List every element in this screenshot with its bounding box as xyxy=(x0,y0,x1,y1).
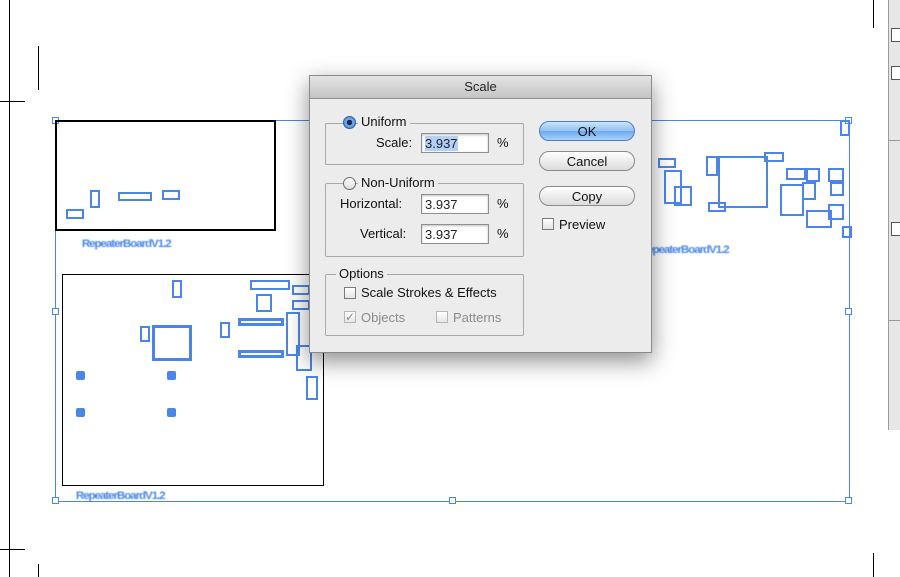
horizontal-percent: % xyxy=(497,196,509,211)
non-uniform-radio[interactable] xyxy=(343,177,356,190)
scale-dialog: Scale Uniform Scale: 3.937 % Non-Uniform… xyxy=(309,75,652,353)
crop-mark xyxy=(873,553,874,577)
pcb-component xyxy=(802,182,816,200)
pcb-component xyxy=(172,280,182,298)
panel-swatch-icon[interactable] xyxy=(891,222,900,236)
mounting-hole xyxy=(167,408,176,417)
pcb-component xyxy=(292,300,310,310)
vertical-label: Vertical: xyxy=(360,226,407,241)
scale-input[interactable]: 3.937 xyxy=(421,133,489,153)
ok-button[interactable]: OK xyxy=(539,121,635,141)
panel-divider xyxy=(889,320,900,321)
pcb-component xyxy=(256,294,272,312)
pcb-component xyxy=(708,202,726,212)
pcb-component xyxy=(830,182,844,196)
panel-swatch-icon[interactable] xyxy=(891,66,900,80)
pcb-component xyxy=(162,190,180,200)
pcb-component xyxy=(306,376,318,400)
pcb-connector xyxy=(238,350,284,358)
uniform-radio[interactable] xyxy=(343,116,356,129)
selection-handle[interactable] xyxy=(52,308,59,315)
objects-label[interactable]: Objects xyxy=(361,310,405,325)
board-outline-top-left xyxy=(55,120,276,231)
pcb-component xyxy=(842,226,852,238)
horizontal-label: Horizontal: xyxy=(340,196,403,211)
crop-mark xyxy=(38,564,39,577)
crop-mark xyxy=(38,46,39,90)
board-label-right: RepeaterBoardV1.2 xyxy=(639,244,730,256)
pcb-component xyxy=(840,120,850,136)
scale-strokes-label[interactable]: Scale Strokes & Effects xyxy=(361,285,497,300)
pcb-component xyxy=(90,190,100,208)
pcb-chip xyxy=(152,325,192,361)
cancel-button[interactable]: Cancel xyxy=(539,151,635,171)
panel-divider xyxy=(889,140,900,141)
mounting-hole xyxy=(76,408,85,417)
horizontal-input[interactable]: 3.937 xyxy=(421,194,489,214)
pcb-component xyxy=(674,186,692,206)
pcb-component xyxy=(220,322,230,338)
dialog-title[interactable]: Scale xyxy=(310,76,651,99)
pcb-component xyxy=(250,280,290,290)
pcb-component xyxy=(658,158,676,168)
patterns-checkbox[interactable] xyxy=(436,311,448,323)
scale-percent: % xyxy=(497,135,509,150)
vertical-percent: % xyxy=(497,226,509,241)
scale-strokes-checkbox[interactable] xyxy=(344,287,356,299)
copy-button[interactable]: Copy xyxy=(539,186,635,206)
patterns-label[interactable]: Patterns xyxy=(453,310,501,325)
preview-label[interactable]: Preview xyxy=(559,217,605,232)
selection-handle[interactable] xyxy=(449,497,456,504)
board-label-top-left: RepeaterBoardV1.2 xyxy=(81,238,172,250)
preview-checkbox[interactable] xyxy=(542,218,554,230)
mounting-hole xyxy=(76,371,85,380)
pcb-connector xyxy=(238,318,284,326)
scale-label: Scale: xyxy=(376,135,413,150)
pcb-component xyxy=(828,168,844,182)
crop-mark xyxy=(9,0,10,577)
pcb-component xyxy=(706,156,718,176)
board-label-bottom-left: RepeaterBoardV1.2 xyxy=(75,490,166,502)
pcb-component xyxy=(786,168,806,180)
selection-handle[interactable] xyxy=(845,497,852,504)
pcb-chip xyxy=(718,156,768,208)
options-label: Options xyxy=(336,266,387,281)
selection-handle[interactable] xyxy=(52,497,59,504)
side-panel[interactable] xyxy=(888,0,900,430)
pcb-component xyxy=(118,192,152,201)
vertical-input[interactable]: 3.937 xyxy=(421,224,489,244)
crop-mark xyxy=(873,0,874,28)
mounting-hole xyxy=(167,371,176,380)
pcb-component xyxy=(780,184,804,216)
pcb-component xyxy=(806,168,820,182)
pcb-component xyxy=(764,152,784,162)
crop-mark xyxy=(0,101,25,102)
uniform-label[interactable]: Uniform xyxy=(358,114,410,129)
crop-mark xyxy=(0,549,25,550)
board-outline-bottom-left xyxy=(62,274,324,486)
non-uniform-label[interactable]: Non-Uniform xyxy=(358,175,438,190)
pcb-component xyxy=(828,204,844,220)
pcb-component xyxy=(292,285,310,295)
objects-checkbox[interactable]: ✓ xyxy=(344,311,356,323)
panel-swatch-icon[interactable] xyxy=(891,28,900,42)
selection-handle[interactable] xyxy=(845,308,852,315)
options-group xyxy=(325,274,524,336)
pcb-component xyxy=(140,326,150,342)
pcb-component xyxy=(66,209,84,219)
